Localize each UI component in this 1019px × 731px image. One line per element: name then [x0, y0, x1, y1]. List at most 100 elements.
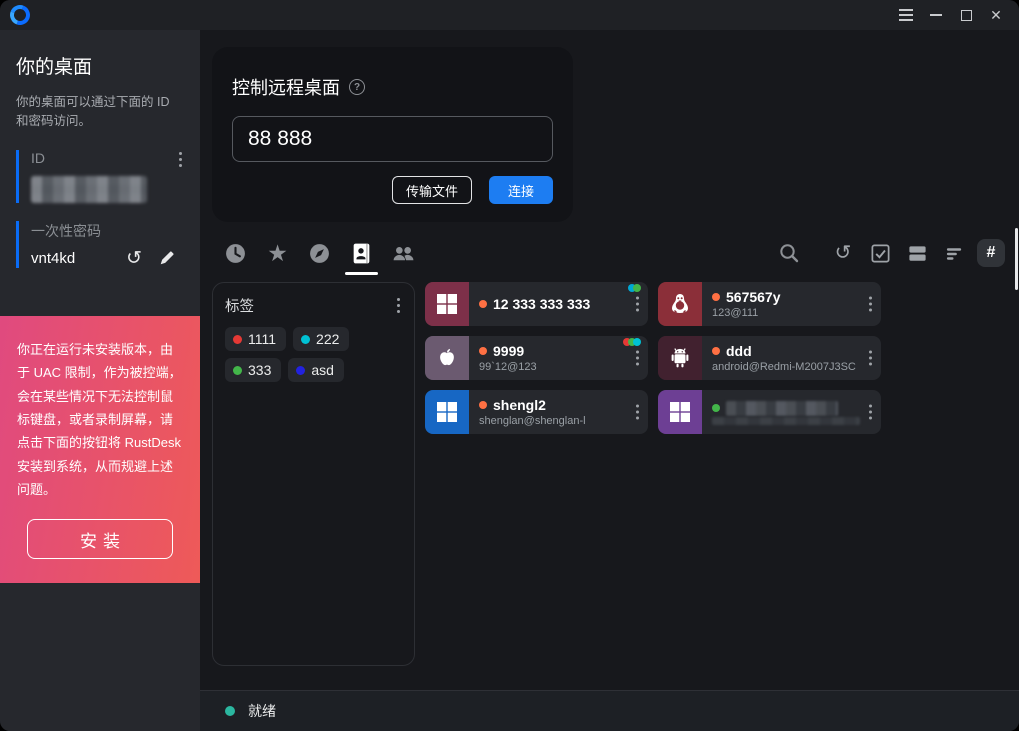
tags-menu-button[interactable]	[395, 296, 402, 315]
tag-label: 333	[248, 362, 271, 378]
your-desktop-title: 你的桌面	[16, 52, 184, 79]
peer-card[interactable]	[658, 390, 881, 434]
id-menu-button[interactable]	[177, 150, 184, 169]
tag-1111[interactable]: 1111	[225, 327, 286, 351]
apple-icon	[434, 345, 460, 371]
remote-id-input[interactable]	[232, 116, 553, 162]
rustdesk-window: ✕ 你的桌面 你的桌面可以通过下面的 ID 和密码访问。 ID 一次性密码 vn…	[0, 0, 1019, 731]
refresh-icon: ↺	[835, 243, 852, 263]
windows-icon	[435, 292, 459, 316]
peer-name: 567567y	[726, 289, 781, 305]
windows-icon	[668, 400, 692, 424]
control-remote-desktop-card: 控制远程桌面 ? 传输文件 连接	[212, 47, 573, 222]
online-status-dot	[479, 347, 487, 355]
tag-label: 222	[316, 331, 339, 347]
android-icon	[667, 345, 693, 371]
menu-button[interactable]	[891, 0, 921, 30]
card-view-button[interactable]	[903, 239, 931, 267]
tab-discovered[interactable]	[305, 237, 334, 269]
os-tile	[425, 336, 469, 380]
one-time-password-value: vnt4kd	[31, 250, 75, 267]
people-icon	[391, 242, 416, 265]
peer-name-redacted	[726, 401, 838, 416]
search-button[interactable]	[775, 239, 803, 267]
tab-groups[interactable]	[389, 237, 418, 269]
online-status-dot	[712, 404, 720, 412]
online-status-dot	[479, 300, 487, 308]
tag-color-dot	[233, 366, 242, 375]
tab-address-book[interactable]	[347, 237, 376, 269]
minimize-button[interactable]	[921, 0, 951, 30]
peer-tabs: ★	[221, 237, 418, 269]
peer-card[interactable]: 567567y 123@111	[658, 282, 881, 326]
tag-color-dot	[296, 366, 305, 375]
list-view-button[interactable]	[940, 239, 968, 267]
peer-menu-button[interactable]	[634, 349, 641, 368]
maximize-icon	[961, 10, 972, 21]
card-view-icon	[907, 243, 928, 264]
peer-username: shenglan@shenglan-l	[479, 415, 586, 427]
peer-tag-dots	[631, 284, 641, 292]
peer-card[interactable]: shengl2 shenglan@shenglan-l	[425, 390, 648, 434]
main-area: 控制远程桌面 ? 传输文件 连接	[200, 30, 1019, 731]
control-remote-desktop-title: 控制远程桌面	[232, 74, 340, 100]
refresh-password-icon[interactable]: ↺	[126, 249, 142, 268]
help-icon[interactable]: ?	[349, 79, 365, 95]
peer-menu-button[interactable]	[867, 295, 874, 314]
peer-tag-dots	[626, 338, 641, 346]
tags-panel: 标签 1111 222 3	[212, 282, 415, 666]
peer-menu-button[interactable]	[634, 295, 641, 314]
sidebar: 你的桌面 你的桌面可以通过下面的 ID 和密码访问。 ID 一次性密码 vnt4…	[0, 30, 200, 731]
connection-status-text: 就绪	[248, 701, 276, 721]
online-status-dot	[479, 401, 487, 409]
os-tile	[658, 282, 702, 326]
tag-asd[interactable]: asd	[288, 358, 344, 382]
peer-username-redacted	[712, 417, 860, 425]
transfer-file-button[interactable]: 传输文件	[392, 176, 472, 204]
search-icon	[778, 242, 800, 264]
peer-toolbar: ★	[221, 230, 1005, 276]
scrollbar-thumb[interactable]	[1015, 228, 1018, 290]
peer-name: 12 333 333 333	[493, 296, 590, 312]
os-tile	[658, 336, 702, 380]
id-label: ID	[31, 150, 184, 166]
tab-recent-sessions[interactable]	[221, 237, 250, 269]
connect-button[interactable]: 连接	[489, 176, 553, 204]
maximize-button[interactable]	[951, 0, 981, 30]
tag-333[interactable]: 333	[225, 358, 281, 382]
peer-menu-button[interactable]	[867, 403, 874, 422]
refresh-button[interactable]: ↺	[829, 239, 857, 267]
online-status-dot	[712, 347, 720, 355]
hamburger-icon	[899, 9, 913, 21]
address-book-icon	[350, 242, 373, 265]
peer-username: 99`12@123	[479, 361, 537, 373]
one-time-password-section: 一次性密码 vnt4kd ↺	[16, 221, 184, 268]
install-warning-text: 你正在运行未安装版本，由于 UAC 限制，作为被控端，会在某些情况下无法控制鼠标…	[17, 338, 183, 502]
checkbox-icon	[870, 243, 891, 264]
your-desktop-description: 你的桌面可以通过下面的 ID 和密码访问。	[16, 93, 184, 132]
peer-card[interactable]: ddd android@Redmi-M2007J3SC	[658, 336, 881, 380]
peer-card[interactable]: 12 333 333 333	[425, 282, 648, 326]
peer-menu-button[interactable]	[867, 349, 874, 368]
os-tile	[425, 282, 469, 326]
peer-name: ddd	[726, 343, 752, 359]
peer-name: 9999	[493, 343, 524, 359]
compass-icon	[308, 242, 331, 265]
peer-username: 123@111	[712, 307, 781, 319]
os-tile	[658, 390, 702, 434]
grid-view-button[interactable]: #	[977, 239, 1005, 267]
install-button[interactable]: 安装	[27, 519, 173, 559]
select-mode-button[interactable]	[866, 239, 894, 267]
tab-favorites[interactable]: ★	[263, 237, 292, 269]
id-value-redacted	[31, 176, 147, 203]
peer-menu-button[interactable]	[634, 403, 641, 422]
rustdesk-logo-icon	[7, 2, 34, 29]
peer-grid: 12 333 333 333	[425, 282, 881, 690]
tag-222[interactable]: 222	[293, 327, 349, 351]
close-button[interactable]: ✕	[981, 0, 1011, 30]
tag-color-dot	[301, 335, 310, 344]
peer-card[interactable]: 9999 99`12@123	[425, 336, 648, 380]
edit-password-icon[interactable]	[158, 249, 176, 267]
one-time-password-label: 一次性密码	[31, 221, 184, 241]
grid-view-icon: #	[987, 244, 996, 262]
